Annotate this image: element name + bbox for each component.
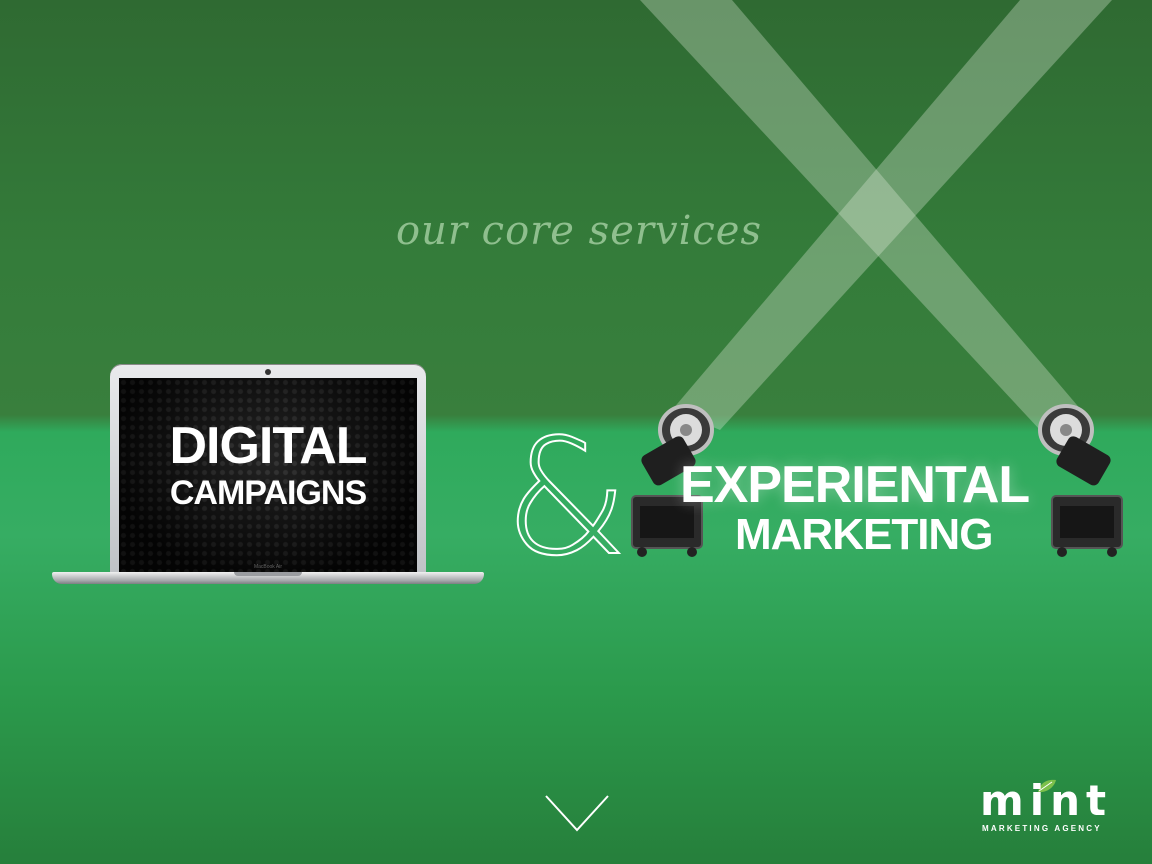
experiential-subtitle: MARKETING <box>735 510 993 559</box>
mint-logo[interactable]: mint MARKETING AGENCY <box>978 776 1118 840</box>
laptop-screen: DIGITAL CAMPAIGNS <box>119 378 417 574</box>
chevron-down-icon[interactable] <box>542 790 612 836</box>
hero-section: our core services DIGITAL CAMPAIGNS MacB… <box>0 0 1152 864</box>
digital-title: DIGITAL <box>169 417 367 475</box>
section-tagline: our core services <box>396 208 762 254</box>
logo-tagline: MARKETING AGENCY <box>982 824 1102 833</box>
ampersand-glyph: & <box>503 404 630 591</box>
laptop-lid: DIGITAL CAMPAIGNS MacBook Air <box>110 364 426 576</box>
logo-wordmark: mint <box>980 776 1113 825</box>
camera-dot <box>265 369 271 375</box>
laptop-notch <box>234 572 302 576</box>
spotlight-icon <box>1038 404 1123 557</box>
laptop-brand-label: MacBook Air <box>253 564 283 570</box>
digital-subtitle: CAMPAIGNS <box>169 474 367 512</box>
laptop-illustration: DIGITAL CAMPAIGNS MacBook Air <box>52 364 484 590</box>
experiential-title: EXPERIENTAL <box>680 456 1030 514</box>
